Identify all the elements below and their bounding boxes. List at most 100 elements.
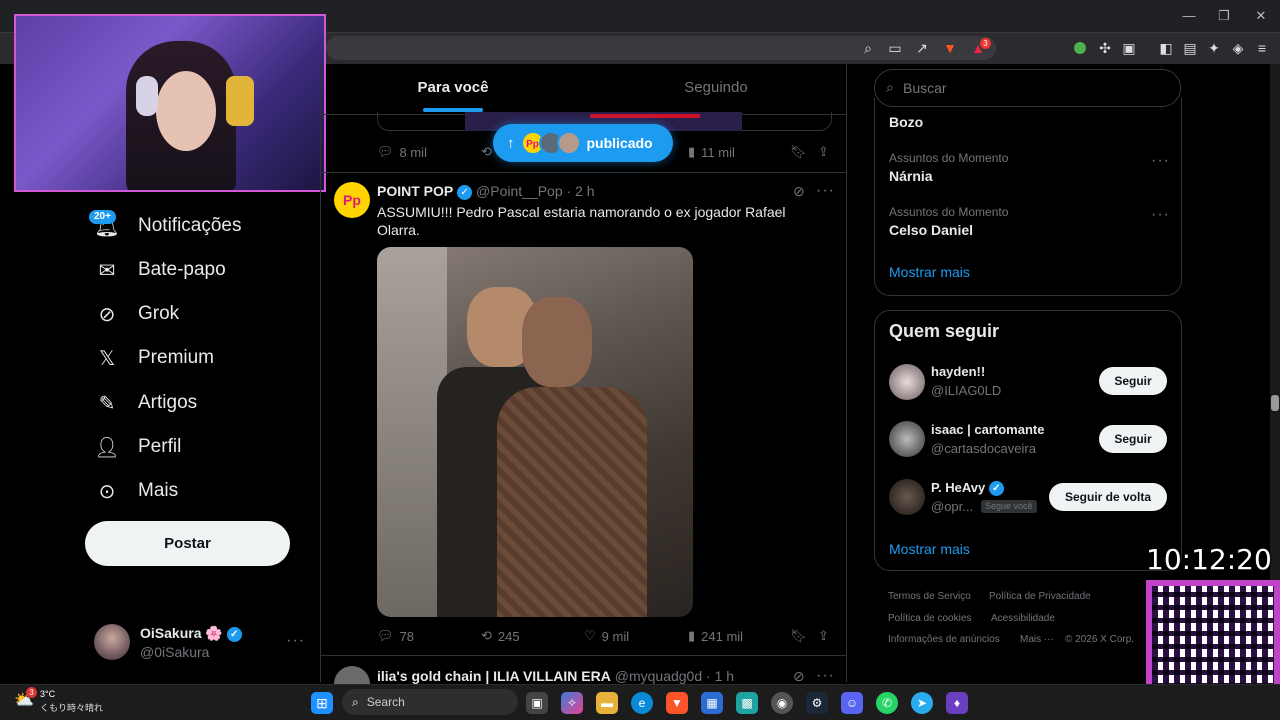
sidebar-item-label: Mais [138, 480, 179, 501]
sidebar-item-articles[interactable]: ✎ Artigos [94, 385, 198, 421]
trend-menu-icon[interactable]: ··· [1151, 152, 1170, 170]
sidebar-item-premium[interactable]: 𝕏 Premium [94, 340, 214, 376]
file-explorer-icon[interactable]: ▬ [596, 692, 618, 714]
footer-privacy[interactable]: Política de Privacidade [989, 591, 1091, 602]
grok-post-icon[interactable]: ⊘ [793, 668, 805, 685]
discord-icon[interactable]: ☺ [841, 692, 863, 714]
next-post-time[interactable]: · 1 h [706, 668, 734, 684]
prev-bookmark-icon[interactable]: 🔖︎ [790, 144, 807, 160]
sidebar-item-chat[interactable]: ✉ Bate-papo [94, 252, 226, 288]
notification-badge: 20+ [89, 210, 116, 224]
sidebar-item-label: Bate-papo [138, 259, 226, 280]
telegram-icon[interactable]: ➤ [911, 692, 933, 714]
share-icon[interactable]: ↗ [912, 38, 932, 58]
windows-start-icon[interactable]: ⊞ [311, 692, 333, 714]
prev-repost-button[interactable]: ⟲ [481, 144, 492, 160]
extension-status-icon[interactable] [1074, 42, 1086, 54]
footer-copyright: © 2026 X Corp. [1065, 634, 1135, 645]
follow-show-more[interactable]: Mostrar mais [889, 541, 970, 557]
tab-following[interactable]: Seguindo [655, 64, 777, 114]
zoom-icon[interactable]: ⌕ [858, 38, 878, 58]
sidebar-toggle-icon[interactable]: ◧ [1156, 38, 1176, 58]
footer-more[interactable]: Mais ··· [1020, 634, 1054, 645]
share-icon[interactable]: ⇪ [818, 628, 829, 644]
store-icon[interactable]: ▦ [701, 692, 723, 714]
prev-views-button[interactable]: ▮ 11 mil [688, 144, 735, 160]
trend-name[interactable]: Nárnia [889, 168, 933, 184]
account-menu-icon[interactable]: ··· [286, 632, 305, 650]
prev-share-icon[interactable]: ⇪ [818, 144, 829, 160]
like-button[interactable]: ♡ 9 mil [584, 628, 629, 644]
grok-post-icon[interactable]: ⊘ [793, 183, 805, 200]
menu-icon[interactable]: ≡ [1252, 38, 1272, 58]
footer-terms[interactable]: Termos de Serviço [888, 591, 971, 602]
next-post-author[interactable]: ilia's gold chain | ILIA VILLAIN ERA [377, 668, 611, 684]
sidebar-item-notifications[interactable]: 🔔︎ Notificações [94, 208, 241, 244]
sidebar-item-grok[interactable]: ⊘ Grok [94, 296, 180, 332]
app-purple-icon[interactable]: ♦ [946, 692, 968, 714]
post-image[interactable] [377, 247, 693, 617]
weather-desc: くもり時々晴れ [40, 703, 104, 713]
whatsapp-icon[interactable]: ✆ [876, 692, 898, 714]
avatar[interactable] [889, 421, 925, 457]
edge-icon[interactable]: e [631, 692, 653, 714]
tab-for-you[interactable]: Para você [392, 64, 514, 114]
follow-user-name[interactable]: isaac | cartomante [931, 422, 1044, 437]
trends-show-more[interactable]: Mostrar mais [889, 264, 970, 280]
search-icon: ⌕ [352, 694, 359, 709]
wallet-app-icon[interactable]: ▤ [1180, 38, 1200, 58]
sidebar-item-more[interactable]: ⊙ Mais [94, 473, 179, 509]
new-posts-pill[interactable]: ↑ Pp publicado [493, 124, 673, 162]
follow-button[interactable]: Seguir [1099, 425, 1167, 453]
repost-button[interactable]: ⟲ 245 [481, 628, 520, 644]
app-icon[interactable]: ▩ [736, 692, 758, 714]
follow-back-button[interactable]: Seguir de volta [1049, 483, 1167, 511]
close-icon[interactable]: ✕ [1249, 6, 1273, 26]
next-post-menu-icon[interactable]: ··· [816, 667, 835, 685]
wallet-icon[interactable]: ▣ [1119, 38, 1139, 58]
next-post-handle[interactable]: @myquadg0d [615, 668, 702, 684]
account-name-row[interactable]: OiSakura 🌸 ✓ [140, 625, 242, 642]
leo-icon[interactable]: ✦ [1204, 38, 1224, 58]
follow-button[interactable]: Seguir [1099, 367, 1167, 395]
bookmark-icon[interactable]: 🔖︎ [790, 628, 807, 644]
vpn-icon[interactable]: ◈ [1228, 38, 1248, 58]
trend-name[interactable]: Bozo [889, 114, 923, 130]
reply-button[interactable]: 💬︎ 78 [377, 628, 414, 644]
footer-cookies[interactable]: Política de cookies [888, 613, 971, 624]
prev-reply-button[interactable]: 💬︎ 8 mil [377, 144, 427, 160]
follow-user-name[interactable]: hayden!! [931, 364, 985, 379]
follow-user-name-row[interactable]: P. HeAvy ✓ [931, 480, 1004, 497]
account-handle: @0iSakura [140, 644, 210, 660]
trend-menu-icon[interactable]: ··· [1151, 206, 1170, 224]
steam-icon[interactable]: ⚙ [806, 692, 828, 714]
post-author[interactable]: POINT POP [377, 183, 453, 199]
avatar[interactable] [94, 624, 130, 660]
post-handle[interactable]: @Point__Pop [476, 183, 563, 199]
trend-name[interactable]: Celso Daniel [889, 222, 973, 238]
post-avatar[interactable]: Pp [334, 182, 370, 218]
extensions-icon[interactable]: ✣ [1095, 38, 1115, 58]
account-name: OiSakura [140, 625, 202, 641]
sidebar-item-profile[interactable]: 👤︎ Perfil [94, 429, 181, 465]
taskbar-search-label: Search [366, 695, 405, 709]
avatar[interactable] [889, 479, 925, 515]
copilot-icon[interactable]: ✧ [561, 692, 583, 714]
post-menu-icon[interactable]: ··· [816, 182, 835, 200]
post-time[interactable]: · 2 h [567, 183, 595, 199]
footer-accessibility[interactable]: Acessibilidade [991, 613, 1055, 624]
taskbar-search[interactable]: ⌕ Search [342, 689, 518, 715]
footer-ads[interactable]: Informações de anúncios [888, 634, 1000, 645]
cast-icon[interactable]: ▭ [885, 38, 905, 58]
brave-shield-icon[interactable]: ▼ [940, 38, 960, 58]
obs-icon[interactable]: ◉ [771, 692, 793, 714]
brave-icon[interactable]: ▼ [666, 692, 688, 714]
avatar[interactable] [889, 364, 925, 400]
restore-icon[interactable]: ❐ [1212, 6, 1236, 26]
post-button[interactable]: Postar [85, 521, 290, 566]
minimize-icon[interactable]: — [1177, 6, 1201, 26]
task-view-icon[interactable]: ▣ [526, 692, 548, 714]
scrollbar-thumb[interactable] [1271, 395, 1279, 411]
views-button[interactable]: ▮ 241 mil [688, 628, 743, 644]
x-logo-icon: 𝕏 [98, 347, 116, 370]
